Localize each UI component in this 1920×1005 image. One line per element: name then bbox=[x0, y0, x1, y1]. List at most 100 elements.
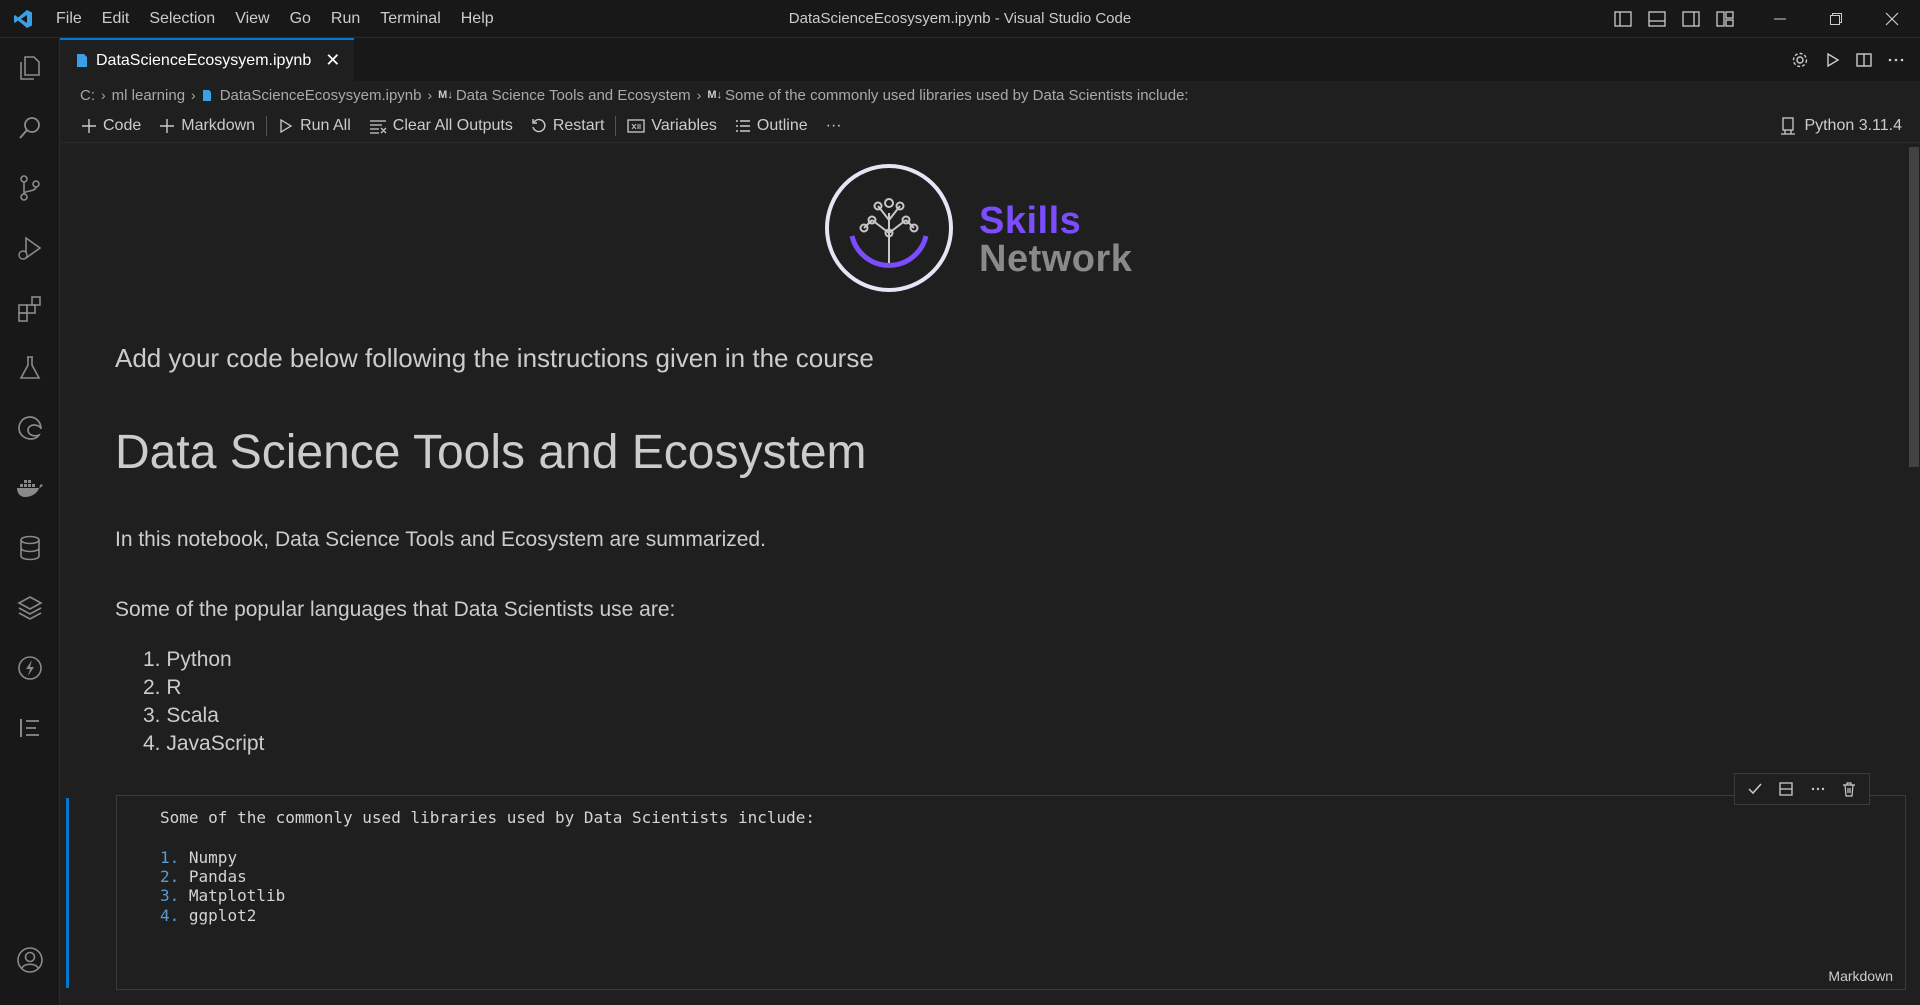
add-code-cell-button[interactable]: Code bbox=[72, 112, 150, 140]
accounts-icon[interactable] bbox=[0, 936, 60, 984]
kernel-picker[interactable]: Python 3.11.4 bbox=[1780, 109, 1902, 143]
intro-paragraph: In this notebook, Data Science Tools and… bbox=[115, 528, 766, 551]
outline-button[interactable]: Outline bbox=[726, 112, 817, 140]
split-cell-icon[interactable] bbox=[1772, 775, 1800, 803]
restore-icon[interactable] bbox=[1808, 0, 1864, 38]
stop-editing-check-icon[interactable] bbox=[1741, 775, 1769, 803]
breadcrumb-file[interactable]: DataScienceEcosysyem.ipynb bbox=[220, 87, 422, 104]
notebook-toolbar: Code Markdown Run All Clear All Outputs … bbox=[60, 109, 1920, 143]
skills-network-logo: Skills Network bbox=[824, 158, 1144, 298]
notebook-heading: Data Science Tools and Ecosystem bbox=[115, 426, 867, 479]
search-icon[interactable] bbox=[0, 104, 60, 152]
close-window-icon[interactable] bbox=[1864, 0, 1920, 38]
settings-gear-icon[interactable] bbox=[1784, 44, 1816, 76]
scrollbar-thumb[interactable] bbox=[1909, 147, 1919, 467]
menu-terminal[interactable]: Terminal bbox=[370, 0, 450, 38]
toolbar-divider bbox=[266, 115, 268, 136]
menu-bar: File Edit Selection View Go Run Terminal… bbox=[46, 0, 504, 38]
more-toolbar-actions-button[interactable]: ··· bbox=[817, 112, 851, 140]
cell-toolbar bbox=[1734, 773, 1870, 805]
languages-intro: Some of the popular languages that Data … bbox=[115, 598, 676, 621]
markdown-icon: M↓ bbox=[707, 89, 723, 101]
variables-button[interactable]: Variables bbox=[618, 112, 726, 140]
title-bar: File Edit Selection View Go Run Terminal… bbox=[0, 0, 1920, 38]
notebook-body: Skills Network Add your code below follo… bbox=[60, 143, 1906, 1005]
notebook-file-icon bbox=[77, 54, 87, 67]
lightning-icon[interactable] bbox=[0, 644, 60, 692]
run-all-button[interactable]: Run All bbox=[269, 112, 360, 140]
list-item: 3. Scala bbox=[143, 704, 219, 727]
tab-notebook[interactable]: DataScienceEcosysyem.ipynb ✕ bbox=[60, 38, 354, 81]
cell-focus-indicator bbox=[66, 798, 69, 988]
minimize-icon[interactable] bbox=[1752, 0, 1808, 38]
menu-selection[interactable]: Selection bbox=[139, 0, 225, 38]
menu-file[interactable]: File bbox=[46, 0, 92, 38]
chevron-right-icon: › bbox=[696, 87, 702, 103]
vertical-scrollbar[interactable] bbox=[1906, 143, 1920, 1005]
breadcrumb-folder[interactable]: ml learning bbox=[112, 87, 185, 104]
languages-list: 1. Python 2. R 3. Scala 4. JavaScript bbox=[143, 646, 264, 758]
docker-icon[interactable] bbox=[0, 464, 60, 512]
delete-cell-trash-icon[interactable] bbox=[1835, 775, 1863, 803]
source-control-icon[interactable] bbox=[0, 164, 60, 212]
run-all-icon bbox=[280, 118, 293, 133]
toggle-primary-sidebar-icon[interactable] bbox=[1606, 0, 1640, 38]
add-markdown-cell-button[interactable]: Markdown bbox=[150, 112, 264, 140]
list-item: 1. Python bbox=[143, 648, 232, 671]
database-icon[interactable] bbox=[0, 524, 60, 572]
editor-line: 1. Numpy bbox=[160, 848, 238, 867]
explorer-icon[interactable] bbox=[0, 44, 60, 92]
more-cell-actions-icon[interactable] bbox=[1804, 775, 1832, 803]
menu-edit[interactable]: Edit bbox=[92, 0, 140, 38]
tab-close-icon[interactable]: ✕ bbox=[325, 50, 340, 71]
toolbar-divider bbox=[615, 115, 617, 136]
kernel-icon bbox=[1781, 117, 1796, 135]
logo-text-network: Network bbox=[979, 238, 1133, 280]
outline-list-icon[interactable] bbox=[0, 704, 60, 752]
ellipsis-icon: ··· bbox=[825, 116, 842, 134]
menu-view[interactable]: View bbox=[225, 0, 279, 38]
run-all-label: Run All bbox=[300, 116, 351, 134]
toggle-secondary-sidebar-icon[interactable] bbox=[1674, 0, 1708, 38]
plus-icon bbox=[160, 118, 175, 133]
breadcrumb: C: › ml learning › DataScienceEcosysyem.… bbox=[60, 81, 1920, 109]
add-markdown-label: Markdown bbox=[181, 116, 256, 134]
menu-run[interactable]: Run bbox=[321, 0, 370, 38]
more-actions-icon[interactable] bbox=[1880, 44, 1912, 76]
menu-help[interactable]: Help bbox=[451, 0, 504, 38]
editor-line: 4. ggplot2 bbox=[160, 906, 257, 925]
testing-flask-icon[interactable] bbox=[0, 344, 60, 392]
kernel-label: Python 3.11.4 bbox=[1804, 117, 1902, 134]
run-debug-icon[interactable] bbox=[0, 224, 60, 272]
outline-icon bbox=[735, 119, 750, 132]
notebook-file-icon bbox=[202, 89, 211, 101]
clear-outputs-icon bbox=[369, 119, 387, 134]
breadcrumb-drive[interactable]: C: bbox=[80, 87, 95, 104]
editor-line: 3. Matplotlib bbox=[160, 886, 286, 905]
outline-label: Outline bbox=[756, 116, 808, 134]
layers-icon[interactable] bbox=[0, 584, 60, 632]
customize-layout-icon[interactable] bbox=[1708, 0, 1742, 38]
list-item: 4. JavaScript bbox=[143, 732, 265, 755]
vscode-logo-icon bbox=[0, 0, 46, 38]
markdown-cell-editor[interactable]: Some of the commonly used libraries used… bbox=[116, 795, 1906, 990]
restart-icon bbox=[532, 118, 546, 132]
editor-line: Some of the commonly used libraries used… bbox=[160, 808, 816, 827]
clear-outputs-label: Clear All Outputs bbox=[392, 116, 513, 134]
add-code-label: Code bbox=[103, 116, 142, 134]
restart-button[interactable]: Restart bbox=[522, 112, 614, 140]
run-icon[interactable] bbox=[1816, 44, 1848, 76]
list-item: 2. R bbox=[143, 676, 182, 699]
logo-text-skills: Skills bbox=[979, 200, 1082, 242]
menu-go[interactable]: Go bbox=[280, 0, 321, 38]
breadcrumb-subsection[interactable]: Some of the commonly used libraries used… bbox=[725, 87, 1189, 104]
cell-language-indicator[interactable]: Markdown bbox=[1828, 968, 1893, 984]
extensions-icon[interactable] bbox=[0, 284, 60, 332]
plus-icon bbox=[82, 118, 96, 133]
toggle-panel-icon[interactable] bbox=[1640, 0, 1674, 38]
editor-tab-bar: DataScienceEcosysyem.ipynb ✕ bbox=[60, 38, 1920, 81]
split-editor-icon[interactable] bbox=[1848, 44, 1880, 76]
edge-browser-icon[interactable] bbox=[0, 404, 60, 452]
breadcrumb-section[interactable]: Data Science Tools and Ecosystem bbox=[456, 87, 691, 104]
clear-all-outputs-button[interactable]: Clear All Outputs bbox=[360, 112, 522, 140]
